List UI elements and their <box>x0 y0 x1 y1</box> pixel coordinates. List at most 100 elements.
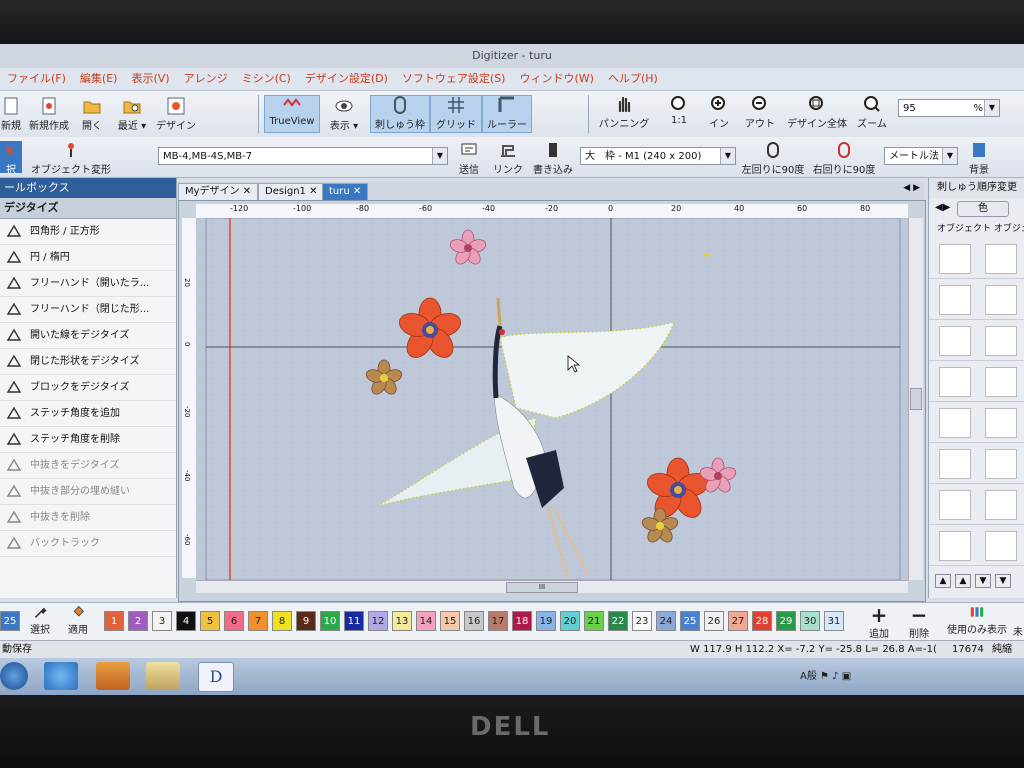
trueview-button[interactable]: TrueView <box>264 95 320 133</box>
color-swatch[interactable]: 4 <box>176 611 196 631</box>
recent-button[interactable]: 最近 ▾ <box>114 97 150 132</box>
color-swatch[interactable]: 8 <box>272 611 292 631</box>
color-swatch[interactable]: 14 <box>416 611 436 631</box>
toolbox-section-title[interactable]: デジタイズ <box>0 198 176 219</box>
rotate-left-button[interactable]: 左回りに90度 <box>740 141 806 176</box>
sequence-row[interactable] <box>929 525 1024 566</box>
sequence-row[interactable] <box>929 361 1024 402</box>
pan-button[interactable]: パンニング <box>594 95 654 130</box>
rotate-right-button[interactable]: 右回りに90度 <box>810 141 878 176</box>
menu-item-6[interactable]: ソフトウェア設定(S) <box>395 68 513 90</box>
menu-item-2[interactable]: 表示(V) <box>124 68 176 90</box>
write-button[interactable]: 書き込み <box>530 141 576 176</box>
design-button[interactable]: デザイン <box>154 97 198 132</box>
color-swatch[interactable]: 24 <box>656 611 676 631</box>
toolbox-item-11[interactable]: 中抜きを削除 <box>0 505 176 531</box>
color-swatch[interactable]: 11 <box>344 611 364 631</box>
toolbox-item-9[interactable]: 中抜きをデジタイズ <box>0 453 176 479</box>
toolbox-item-0[interactable]: 四角形 / 正方形 <box>0 219 176 245</box>
move-down-icon[interactable]: ▼ <box>975 574 991 588</box>
zoom-button[interactable]: ズーム <box>854 95 890 130</box>
toolbox-item-1[interactable]: 円 / 楕円 <box>0 245 176 271</box>
extra-option[interactable]: 未 <box>1012 623 1024 638</box>
horizontal-scrollbar[interactable]: III <box>196 580 908 593</box>
color-swatch[interactable]: 15 <box>440 611 460 631</box>
sequence-row[interactable] <box>929 484 1024 525</box>
new-create-button[interactable]: 新規作成 <box>26 97 72 132</box>
send-button[interactable]: 送信 <box>454 141 484 176</box>
toolbox-item-7[interactable]: ステッチ角度を追加 <box>0 401 176 427</box>
menu-item-3[interactable]: アレンジ <box>177 68 235 90</box>
grid-button[interactable]: グリッド <box>430 95 482 133</box>
toolbox-item-6[interactable]: ブロックをデジタイズ <box>0 375 176 401</box>
new-button[interactable]: 新規 <box>0 97 22 132</box>
zoom-in-button[interactable]: イン <box>704 95 734 130</box>
zoom-out-button[interactable]: アウト <box>742 95 778 130</box>
color-swatch[interactable]: 21 <box>584 611 604 631</box>
move-up-icon[interactable]: ▲ <box>955 574 971 588</box>
color-swatch[interactable]: 28 <box>752 611 772 631</box>
panel-toggle-icon[interactable]: ◀▶ <box>935 202 950 213</box>
add-color-button[interactable]: + 追加 <box>864 605 894 640</box>
color-sort-button[interactable]: 色 <box>957 201 1009 217</box>
color-swatch[interactable]: 6 <box>224 611 244 631</box>
current-color-swatch[interactable]: 25 <box>0 611 20 631</box>
tab-my-design[interactable]: Myデザイン ✕ <box>178 183 259 200</box>
color-swatch[interactable]: 25 <box>680 611 700 631</box>
close-icon[interactable]: ✕ <box>309 186 317 197</box>
vscroll-thumb[interactable] <box>910 388 922 410</box>
zoom-1to1-button[interactable]: 1:1 <box>664 95 694 126</box>
color-swatch[interactable]: 31 <box>824 611 844 631</box>
display-button[interactable]: 表示 ▾ <box>324 97 364 132</box>
color-swatch[interactable]: 22 <box>608 611 628 631</box>
internet-explorer-icon[interactable] <box>44 662 78 690</box>
link-button[interactable]: リンク <box>490 141 526 176</box>
color-swatch[interactable]: 30 <box>800 611 820 631</box>
menu-item-0[interactable]: ファイル(F) <box>0 68 73 90</box>
hoop-button[interactable]: 刺しゅう枠 <box>370 95 430 133</box>
color-swatch[interactable]: 26 <box>704 611 724 631</box>
fit-design-button[interactable]: デザイン全体 <box>784 95 850 130</box>
menu-item-1[interactable]: 編集(E) <box>73 68 125 90</box>
menu-item-8[interactable]: ヘルプ(H) <box>601 68 665 90</box>
sequence-row[interactable] <box>929 238 1024 279</box>
apply-color-button[interactable]: 適用 <box>64 605 92 636</box>
move-bottom-icon[interactable]: ▼ <box>995 574 1011 588</box>
tab-design1[interactable]: Design1 ✕ <box>258 183 325 200</box>
tray-icons[interactable]: ⚑ ♪ ▣ <box>820 671 851 682</box>
toolbox-item-3[interactable]: フリーハンド（閉じた形... <box>0 297 176 323</box>
toolbox-item-12[interactable]: バックトラック <box>0 531 176 557</box>
tab-turu[interactable]: turu ✕ <box>322 183 369 200</box>
move-top-icon[interactable]: ▲ <box>935 574 951 588</box>
vertical-scrollbar[interactable] <box>908 218 923 580</box>
color-swatch[interactable]: 27 <box>728 611 748 631</box>
digitizer-app-icon[interactable]: D <box>198 662 234 692</box>
delete-color-button[interactable]: − 削除 <box>904 605 934 640</box>
color-swatch[interactable]: 18 <box>512 611 532 631</box>
color-swatch[interactable]: 20 <box>560 611 580 631</box>
background-button[interactable]: 背景 <box>964 141 994 176</box>
close-icon[interactable]: ✕ <box>353 186 361 197</box>
color-swatch[interactable]: 7 <box>248 611 268 631</box>
color-swatch[interactable]: 13 <box>392 611 412 631</box>
sequence-row[interactable] <box>929 443 1024 484</box>
machine-combo[interactable]: MB-4,MB-4S,MB-7 ▼ <box>158 147 448 165</box>
color-swatch[interactable]: 23 <box>632 611 652 631</box>
open-button[interactable]: 開く <box>78 97 106 132</box>
file-explorer-icon[interactable] <box>146 662 180 690</box>
media-player-icon[interactable] <box>96 662 130 690</box>
color-swatch[interactable]: 9 <box>296 611 316 631</box>
toolbox-item-8[interactable]: ステッチ角度を削除 <box>0 427 176 453</box>
start-button-icon[interactable] <box>0 662 28 690</box>
design-canvas[interactable] <box>196 218 908 580</box>
sequence-row[interactable] <box>929 320 1024 361</box>
toolbox-item-5[interactable]: 閉じた形状をデジタイズ <box>0 349 176 375</box>
select-tool-button[interactable]: 択 <box>0 141 22 176</box>
tab-scroll-arrows[interactable]: ◀ ▶ <box>903 183 920 193</box>
color-swatch[interactable]: 17 <box>488 611 508 631</box>
unit-combo[interactable]: メートル法 ▼ <box>884 147 958 165</box>
sequence-move-buttons[interactable]: ▲ ▲ ▼ ▼ <box>935 574 1011 588</box>
color-swatch[interactable]: 19 <box>536 611 556 631</box>
select-color-button[interactable]: 選択 <box>26 605 54 636</box>
color-swatch[interactable]: 29 <box>776 611 796 631</box>
